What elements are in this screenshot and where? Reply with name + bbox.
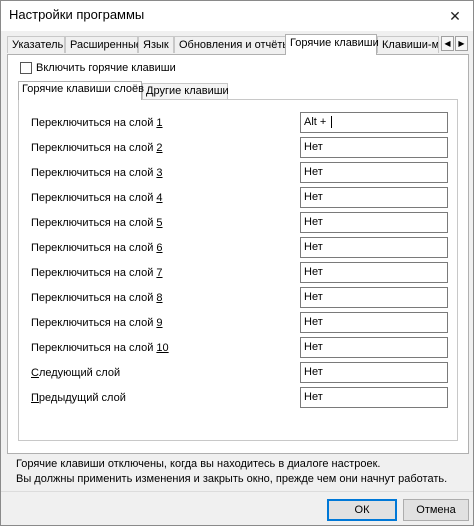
tab-language[interactable]: Язык: [138, 36, 174, 53]
layer-hotkeys-list: Переключиться на слой 1 Alt + Переключит…: [18, 99, 458, 441]
enable-hotkeys-checkbox[interactable]: [20, 62, 32, 74]
tab-scroll-right-icon[interactable]: ▶: [455, 36, 468, 51]
tab-advanced[interactable]: Расширенные: [65, 36, 142, 53]
hotkey-field-layer-8[interactable]: Нет: [300, 287, 448, 308]
row-label-layer-7: Переключиться на слой 7: [31, 267, 163, 279]
row-label-layer-3: Переключиться на слой 3: [31, 167, 163, 179]
row-label-layer-4: Переключиться на слой 4: [31, 192, 163, 204]
row-label-layer-6: Переключиться на слой 6: [31, 242, 163, 254]
info-text-line-1: Горячие клавиши отключены, когда вы нахо…: [16, 458, 381, 470]
hotkey-field-layer-5[interactable]: Нет: [300, 212, 448, 233]
close-icon[interactable]: ✕: [443, 5, 467, 27]
hotkey-field-layer-3[interactable]: Нет: [300, 162, 448, 183]
window-title: Настройки программы: [9, 7, 145, 22]
tab-pointer[interactable]: Указатель: [7, 36, 65, 53]
hotkey-field-previous-layer[interactable]: Нет: [300, 387, 448, 408]
hotkey-field-layer-6[interactable]: Нет: [300, 237, 448, 258]
info-text-line-2: Вы должны применить изменения и закрыть …: [16, 473, 448, 485]
enable-hotkeys-row[interactable]: Включить горячие клавиши: [20, 62, 176, 74]
text-caret: [331, 116, 333, 129]
subtab-layer-hotkeys[interactable]: Горячие клавиши слоёв: [18, 81, 144, 100]
tab-modifier-keys[interactable]: Клавиши-мо: [377, 36, 439, 53]
subtab-other-keys[interactable]: Другие клавиши: [142, 83, 229, 99]
hotkey-field-layer-10[interactable]: Нет: [300, 337, 448, 358]
row-label-layer-1: Переключиться на слой 1: [31, 117, 163, 129]
title-bar: Настройки программы ✕: [1, 1, 473, 31]
sub-tabs: Горячие клавиши слоёв Другие клавиши: [18, 81, 458, 100]
row-label-layer-5: Переключиться на слой 5: [31, 217, 163, 229]
settings-window: Настройки программы ✕ Указатель Расширен…: [0, 0, 474, 526]
row-label-layer-2: Переключиться на слой 2: [31, 142, 163, 154]
row-label-next-layer: Следующий слой: [31, 367, 121, 379]
main-tabs: Указатель Расширенные Язык Обновления и …: [7, 34, 469, 55]
tab-hotkeys[interactable]: Горячие клавиши: [285, 34, 379, 55]
hotkey-field-layer-7[interactable]: Нет: [300, 262, 448, 283]
tab-scroll-left-icon[interactable]: ◀: [441, 36, 454, 51]
row-label-layer-8: Переключиться на слой 8: [31, 292, 163, 304]
hotkey-field-layer-2[interactable]: Нет: [300, 137, 448, 158]
hotkey-field-layer-1[interactable]: Alt +: [300, 112, 448, 133]
row-label-layer-9: Переключиться на слой 9: [31, 317, 163, 329]
hotkey-field-layer-4[interactable]: Нет: [300, 187, 448, 208]
footer-divider: [1, 491, 473, 492]
cancel-button[interactable]: Отмена: [403, 499, 469, 521]
hotkey-field-layer-9[interactable]: Нет: [300, 312, 448, 333]
hotkey-field-next-layer[interactable]: Нет: [300, 362, 448, 383]
row-label-previous-layer: Предыдущий слой: [31, 392, 126, 404]
ok-button[interactable]: ОК: [327, 499, 397, 521]
tab-updates-reports[interactable]: Обновления и отчёты: [174, 36, 290, 53]
enable-hotkeys-label: Включить горячие клавиши: [36, 62, 176, 74]
row-label-layer-10: Переключиться на слой 10: [31, 342, 169, 354]
hotkeys-panel: Включить горячие клавиши Горячие клавиши…: [7, 54, 469, 454]
